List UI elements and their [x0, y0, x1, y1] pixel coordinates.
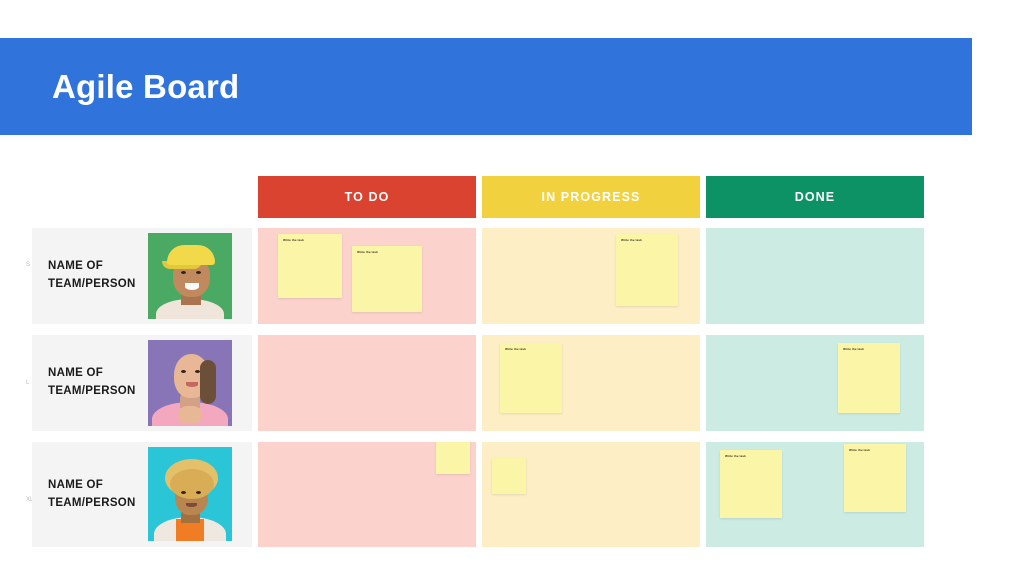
sticky-note-label: Write the task [849, 448, 870, 452]
board-row: NAME OF TEAM/PERSON Write the task Write… [32, 335, 924, 431]
board-row: NAME OF TEAM/PERSON Write the task Write… [32, 442, 924, 547]
task-cell-todo[interactable] [258, 442, 476, 547]
column-header-done[interactable]: DONE [706, 176, 924, 218]
sticky-note-label: Write the task [725, 454, 746, 458]
column-header-todo-label: TO DO [344, 190, 390, 204]
sticky-note-label: Write the task [357, 250, 378, 254]
task-cell-done[interactable] [706, 228, 924, 324]
avatar [148, 233, 232, 319]
column-header-in-progress[interactable]: IN PROGRESS [482, 176, 700, 218]
person-name-line2: TEAM/PERSON [48, 278, 136, 290]
person-cell[interactable]: NAME OF TEAM/PERSON [32, 228, 252, 324]
board-rows: NAME OF TEAM/PERSON Write the task Write… [32, 228, 924, 547]
edge-mark-row-1: S [26, 262, 31, 268]
person-name: NAME OF TEAM/PERSON [48, 477, 146, 513]
sticky-note[interactable] [492, 458, 526, 494]
sticky-note-label: Write the task [621, 238, 642, 242]
sticky-note-label: Write the task [843, 347, 864, 351]
avatar [148, 340, 232, 426]
task-cell-done[interactable]: Write the task [706, 335, 924, 431]
sticky-note-label: Write the task [283, 238, 304, 242]
task-cell-todo[interactable] [258, 335, 476, 431]
task-cell-in-progress[interactable]: Write the task [482, 335, 700, 431]
task-cell-in-progress[interactable]: Write the task [482, 228, 700, 324]
column-header-done-label: DONE [794, 190, 836, 204]
sticky-note[interactable]: Write the task [844, 444, 906, 512]
person-name-line2: TEAM/PERSON [48, 385, 136, 397]
title-banner: Agile Board [0, 38, 972, 135]
sticky-note[interactable]: Write the task [616, 234, 678, 306]
task-cell-todo[interactable]: Write the task Write the task [258, 228, 476, 324]
agile-board: TO DO IN PROGRESS DONE NAME OF TEAM/PERS… [32, 176, 924, 547]
person-name-line1: NAME OF [48, 367, 104, 380]
edge-mark-row-2: L [26, 380, 30, 386]
avatar [148, 447, 232, 541]
task-cell-done[interactable]: Write the task Write the task [706, 442, 924, 547]
person-name: NAME OF TEAM/PERSON [48, 258, 146, 294]
task-cell-in-progress[interactable] [482, 442, 700, 547]
person-cell[interactable]: NAME OF TEAM/PERSON [32, 335, 252, 431]
sticky-note[interactable]: Write the task [278, 234, 342, 298]
sticky-note[interactable]: Write the task [352, 246, 422, 312]
sticky-note[interactable] [436, 442, 470, 474]
sticky-note[interactable]: Write the task [838, 343, 900, 413]
sticky-note[interactable]: Write the task [500, 343, 562, 413]
board-row: NAME OF TEAM/PERSON Write the task Write… [32, 228, 924, 324]
page-title: Agile Board [52, 67, 240, 105]
sticky-note-label: Write the task [505, 347, 526, 351]
person-cell[interactable]: NAME OF TEAM/PERSON [32, 442, 252, 547]
person-name-line1: NAME OF [48, 478, 104, 491]
person-name: NAME OF TEAM/PERSON [48, 365, 146, 401]
column-header-todo[interactable]: TO DO [258, 176, 476, 218]
person-name-line2: TEAM/PERSON [48, 496, 136, 509]
person-name-line1: NAME OF [48, 260, 104, 273]
slide-canvas: Agile Board S L XL TO DO IN PROGRESS DON… [0, 0, 1024, 576]
column-header-row: TO DO IN PROGRESS DONE [258, 176, 924, 218]
column-header-in-progress-label: IN PROGRESS [541, 190, 641, 204]
sticky-note[interactable]: Write the task [720, 450, 782, 518]
